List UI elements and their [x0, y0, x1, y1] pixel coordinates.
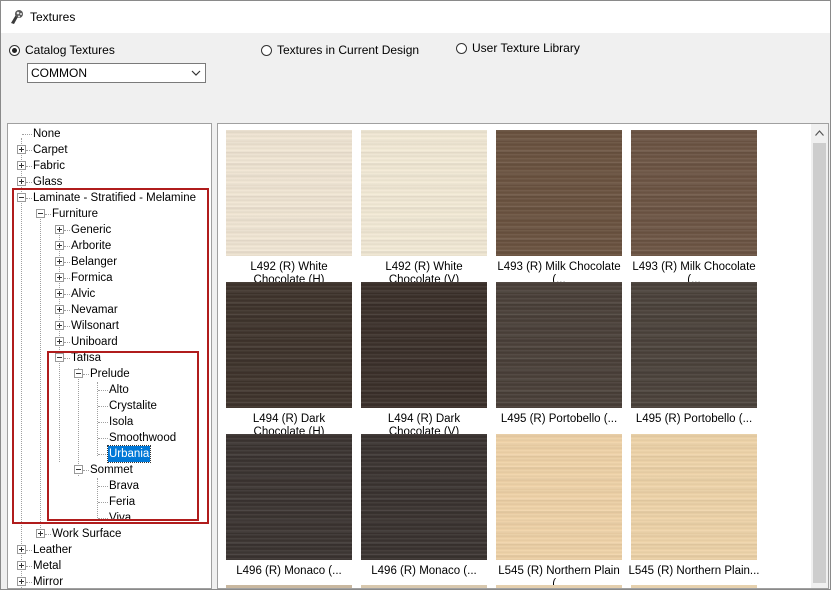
texture-tile[interactable]: [361, 130, 487, 256]
tree-item-leather[interactable]: Leather: [8, 542, 208, 558]
texture-tile-partial[interactable]: [496, 585, 622, 588]
radio-label: Catalog Textures: [25, 43, 115, 57]
texture-gallery[interactable]: L492 (R) White Chocolate (H) L492 (R) Whi…: [217, 123, 829, 589]
catalog-select[interactable]: COMMON: [27, 63, 206, 83]
radio-indicator: [9, 44, 20, 56]
texture-tile[interactable]: [496, 434, 622, 560]
radio-label: User Texture Library: [472, 41, 580, 55]
tree-item-label: Fabric: [33, 160, 65, 172]
tree-item-label: Work Surface: [52, 528, 122, 540]
tree-item-metal[interactable]: Metal: [8, 558, 208, 574]
texture-caption: L495 (R) Portobello (...: [500, 413, 618, 425]
texture-tile-partial[interactable]: [631, 585, 757, 588]
texture-caption: L496 (R) Monaco (...: [371, 565, 477, 577]
texture-caption: L545 (R) Northern Plain...: [628, 565, 760, 577]
texture-tile[interactable]: [361, 434, 487, 560]
expand-icon[interactable]: [17, 161, 26, 170]
texture-tile[interactable]: [631, 130, 757, 256]
texture-tile[interactable]: [631, 282, 757, 408]
texture-tile[interactable]: [361, 282, 487, 408]
texture-tile[interactable]: [226, 282, 352, 408]
tree-item-work-surface[interactable]: Work Surface: [8, 526, 208, 542]
expand-icon[interactable]: [17, 145, 26, 154]
texture-caption: L495 (R) Portobello (...: [635, 413, 753, 425]
texture-tile-partial[interactable]: [361, 585, 487, 588]
tree-connector: [22, 134, 32, 135]
texture-tile[interactable]: [496, 282, 622, 408]
texture-tile[interactable]: [226, 434, 352, 560]
expand-icon[interactable]: [17, 177, 26, 186]
radio-indicator: [261, 44, 272, 56]
expand-icon[interactable]: [17, 561, 26, 570]
current-design-textures-radio[interactable]: Textures in Current Design: [261, 42, 419, 58]
scroll-thumb[interactable]: [813, 143, 826, 583]
expand-icon[interactable]: [17, 545, 26, 554]
tree-item-label: Carpet: [33, 144, 68, 156]
textures-window: Textures Catalog Textures Textures in Cu…: [0, 0, 831, 590]
catalog-textures-radio[interactable]: Catalog Textures: [9, 42, 115, 58]
window-title: Textures: [30, 10, 76, 24]
radio-label: Textures in Current Design: [277, 43, 420, 57]
title-bar: Textures: [1, 1, 830, 33]
tree-item-label: Mirror: [33, 576, 64, 588]
chevron-down-icon[interactable]: [191, 68, 201, 78]
user-library-radio[interactable]: User Texture Library: [456, 40, 580, 56]
gallery-scrollbar[interactable]: [811, 124, 828, 588]
texture-caption: L496 (R) Monaco (...: [236, 565, 342, 577]
expand-icon[interactable]: [36, 529, 45, 538]
scroll-up-arrow-icon[interactable]: [815, 130, 824, 136]
tree-item-fabric[interactable]: Fabric: [8, 158, 208, 174]
texture-tile[interactable]: [226, 130, 352, 256]
annotation-box-tafisa: [47, 351, 199, 521]
tree-item-none[interactable]: None: [8, 126, 208, 142]
catalog-select-value: COMMON: [31, 66, 87, 80]
tree-item-carpet[interactable]: Carpet: [8, 142, 208, 158]
texture-tile[interactable]: [631, 434, 757, 560]
textures-app-icon: [11, 10, 23, 24]
radio-indicator: [456, 42, 467, 54]
tree-item-label: Metal: [33, 560, 62, 572]
tree-item-label: Leather: [33, 544, 73, 556]
expand-icon[interactable]: [17, 577, 26, 586]
tree-item-mirror[interactable]: Mirror: [8, 574, 208, 588]
texture-tile[interactable]: [496, 130, 622, 256]
tree-item-label: None: [33, 128, 61, 140]
texture-tile-partial[interactable]: [226, 585, 352, 588]
